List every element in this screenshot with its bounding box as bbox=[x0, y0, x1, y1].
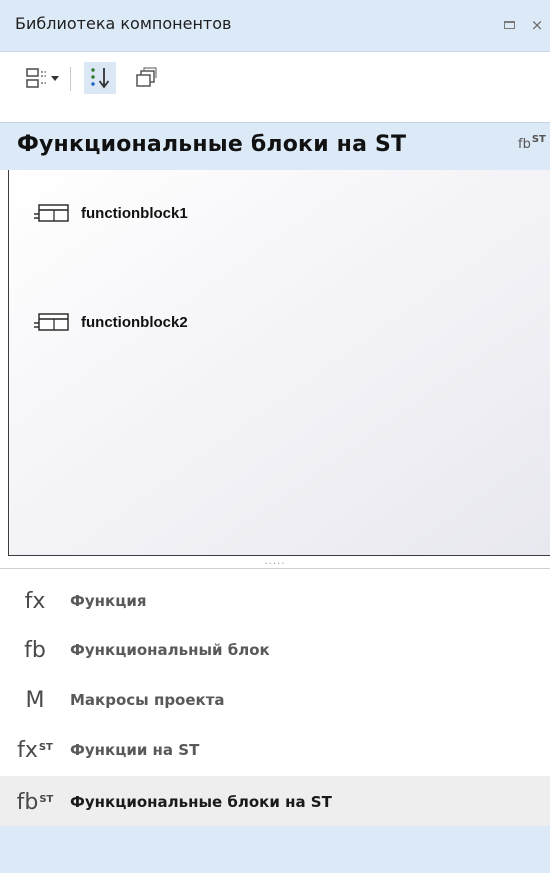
close-button[interactable]: × bbox=[528, 16, 546, 34]
macro-icon: M bbox=[0, 674, 70, 726]
list-item[interactable]: functionblock2 bbox=[33, 309, 188, 335]
function-block-icon bbox=[33, 203, 71, 223]
list-item-label: functionblock2 bbox=[81, 313, 188, 331]
collapse-all-button[interactable] bbox=[132, 62, 160, 94]
category-icon-sup: ST bbox=[38, 741, 53, 753]
category-icon-text: fx bbox=[17, 737, 38, 763]
category-icon-text: fb bbox=[24, 637, 46, 663]
category-icon-text: M bbox=[25, 687, 45, 713]
category-st-functions[interactable]: fx ST Функции на ST bbox=[0, 724, 550, 776]
section-icon-text: fb bbox=[518, 137, 531, 152]
sort-button[interactable] bbox=[84, 62, 116, 94]
panel-title-bar: Библиотека компонентов × bbox=[0, 0, 550, 52]
view-mode-dropdown[interactable] bbox=[22, 62, 62, 94]
bottom-strip bbox=[0, 826, 550, 873]
category-label: Функциональные блоки на ST bbox=[70, 793, 332, 811]
category-st-function-blocks[interactable]: fb ST Функциональные блоки на ST bbox=[0, 776, 550, 828]
splitter-handle[interactable]: ..... bbox=[0, 556, 550, 568]
sort-icon bbox=[91, 68, 110, 89]
category-label: Функциональный блок bbox=[70, 641, 270, 659]
category-project-macros[interactable]: M Макросы проекта bbox=[0, 674, 550, 726]
divider bbox=[0, 568, 550, 569]
maximize-button[interactable] bbox=[500, 16, 518, 34]
category-icon-text: fb bbox=[16, 789, 39, 815]
list-view-icon bbox=[26, 68, 59, 88]
fx-st-icon: fx ST bbox=[0, 724, 70, 776]
category-function[interactable]: fx Функция bbox=[0, 575, 550, 627]
list-item[interactable]: functionblock1 bbox=[33, 200, 188, 226]
maximize-icon bbox=[503, 21, 515, 29]
category-function-block[interactable]: fb Функциональный блок bbox=[0, 624, 550, 676]
collapse-all-icon bbox=[136, 67, 157, 87]
category-label: Функции на ST bbox=[70, 741, 200, 759]
panel-title: Библиотека компонентов bbox=[15, 14, 232, 33]
fb-st-icon: fbST bbox=[0, 776, 70, 828]
close-icon: × bbox=[530, 16, 544, 34]
toolbar-separator bbox=[70, 67, 71, 91]
fb-st-icon: fbST bbox=[518, 134, 546, 152]
toolbar bbox=[0, 52, 550, 104]
category-label: Функция bbox=[70, 592, 147, 610]
section-title: Функциональные блоки на ST bbox=[17, 132, 407, 157]
category-icon-text: fx bbox=[24, 588, 46, 614]
section-header: Функциональные блоки на ST fbST bbox=[0, 122, 550, 170]
category-label: Макросы проекта bbox=[70, 691, 225, 709]
component-list: functionblock1 functionblock2 bbox=[8, 170, 550, 556]
function-icon: fx bbox=[0, 575, 70, 627]
list-item-label: functionblock1 bbox=[81, 204, 188, 222]
function-block-icon bbox=[33, 312, 71, 332]
section-icon-sup: ST bbox=[531, 134, 546, 145]
category-icon-sup: ST bbox=[39, 793, 54, 805]
splitter-grip: ..... bbox=[264, 556, 286, 567]
function-block-type-icon: fb bbox=[0, 624, 70, 676]
